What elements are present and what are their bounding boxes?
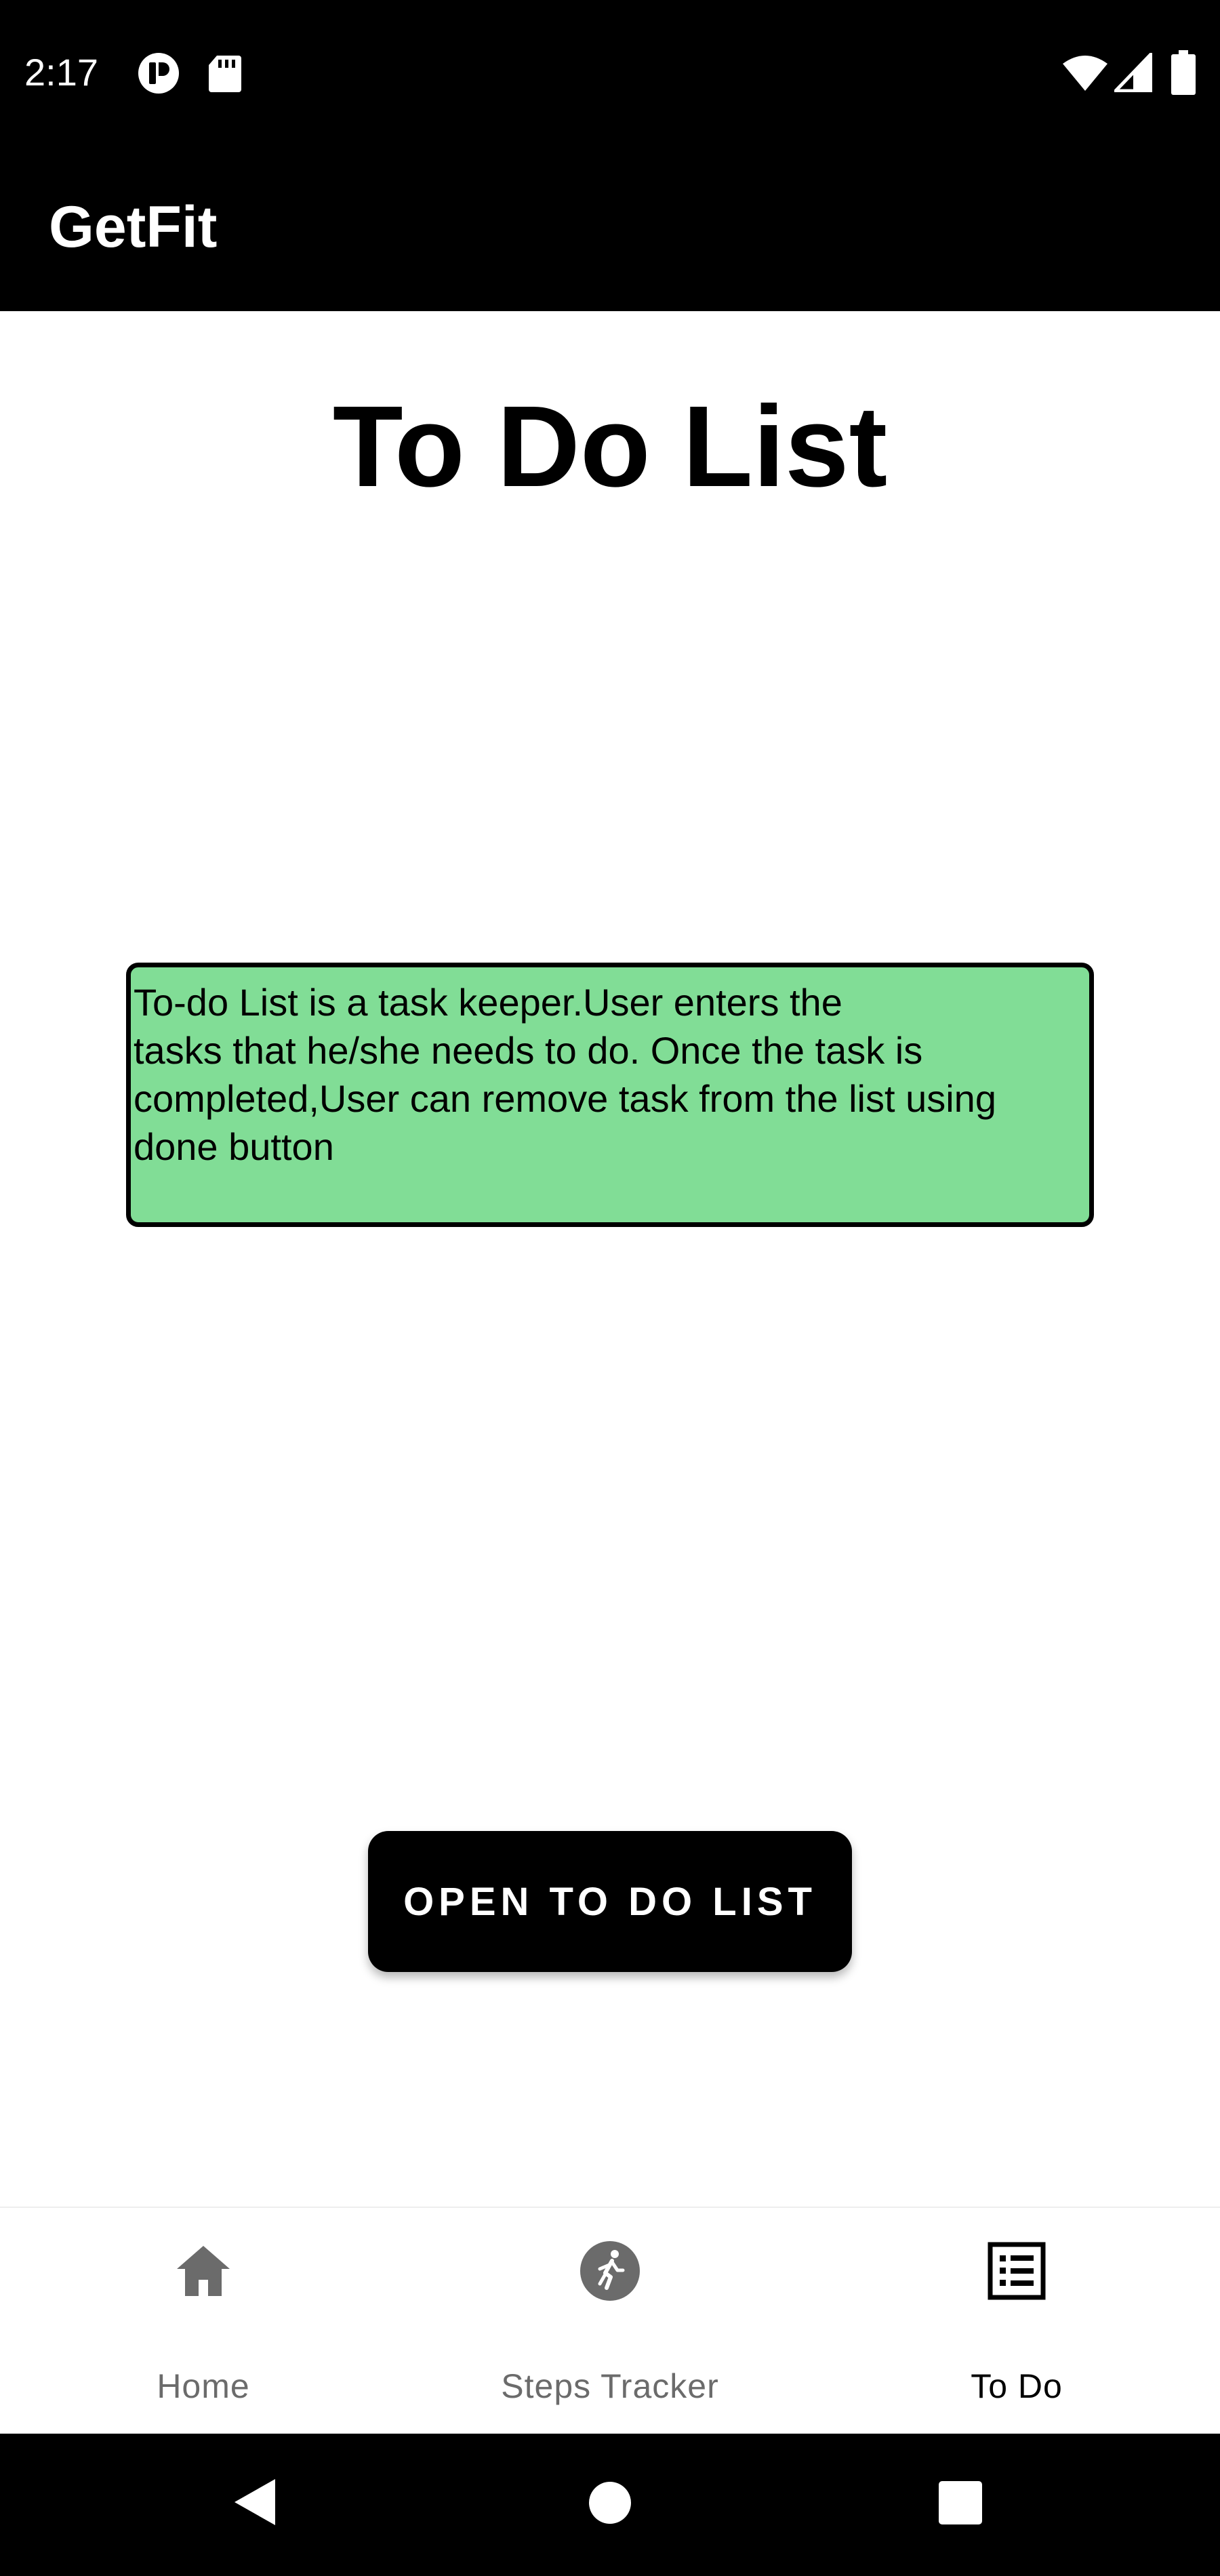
description-text: To-do List is a task keeper.User enters … — [134, 978, 1086, 1171]
system-navigation-bar — [0, 2434, 1220, 2576]
list-icon — [988, 2242, 1046, 2300]
app-title: GetFit — [49, 195, 218, 260]
recents-icon[interactable] — [939, 2481, 982, 2524]
nav-label-home: Home — [157, 2367, 250, 2405]
description-line: done button — [134, 1125, 334, 1168]
nav-item-to-do[interactable]: To Do — [813, 2208, 1220, 2435]
wifi-icon — [1063, 56, 1107, 91]
sd-card-icon — [209, 56, 241, 92]
back-icon[interactable] — [230, 2476, 278, 2528]
home-circle-icon[interactable] — [588, 2481, 632, 2524]
signal-icon — [1114, 53, 1152, 92]
status-time: 2:17 — [24, 51, 98, 94]
description-line: tasks that he/she needs to do. Once the … — [134, 1029, 923, 1072]
nav-item-home[interactable]: Home — [0, 2208, 407, 2435]
app-bar: GetFit — [0, 145, 1220, 311]
description-card: To-do List is a task keeper.User enters … — [126, 963, 1094, 1227]
status-bar: 2:17 — [0, 0, 1220, 145]
running-icon — [580, 2241, 640, 2301]
description-line: To-do List is a task keeper.User enters … — [134, 981, 842, 1024]
nav-label-steps-tracker: Steps Tracker — [501, 2367, 719, 2405]
home-icon — [177, 2246, 230, 2296]
main-content: To Do List To-do List is a task keeper.U… — [0, 311, 1220, 2207]
page-title: To Do List — [332, 382, 888, 511]
nav-label-to-do: To Do — [971, 2367, 1063, 2405]
nav-item-steps-tracker[interactable]: Steps Tracker — [407, 2208, 813, 2435]
description-line: completed,User can remove task from the … — [134, 1077, 996, 1120]
media-app-icon — [138, 53, 179, 94]
phone-screen: 2:17 GetFit To Do List To-do List is a t… — [0, 0, 1220, 2576]
open-to-do-list-button[interactable]: OPEN TO DO LIST — [368, 1831, 852, 1972]
battery-icon — [1171, 50, 1196, 95]
bottom-navigation: Home Steps Tracker To Do — [0, 2207, 1220, 2434]
